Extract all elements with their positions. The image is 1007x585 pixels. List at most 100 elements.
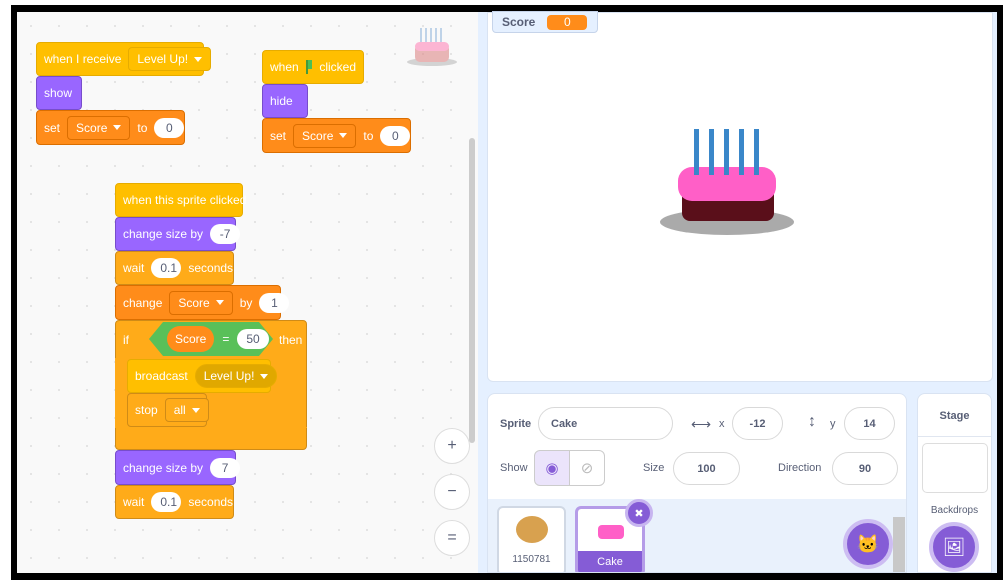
if-arm: [115, 358, 127, 428]
change-variable-block[interactable]: change Score by 1: [115, 285, 290, 320]
variable-dropdown[interactable]: Score: [169, 290, 233, 315]
block-text: if: [123, 333, 129, 347]
caret-icon: [339, 133, 348, 138]
y-input[interactable]: 14: [844, 407, 895, 440]
monitor-value: 0: [547, 14, 588, 30]
dropdown-value: Score: [76, 120, 108, 135]
set-variable-block[interactable]: set Score to 0: [36, 110, 185, 145]
backdrops-label: Backdrops: [930, 505, 979, 516]
caret-icon: [260, 373, 269, 379]
block-text: broadcast: [135, 369, 188, 383]
block-text: then: [279, 333, 303, 347]
sprite-name-input[interactable]: Cake: [538, 407, 673, 440]
block-text: when this sprite clicked: [123, 193, 247, 207]
value-input[interactable]: 7: [210, 457, 241, 478]
vertical-arrows-icon: ↕: [808, 413, 816, 430]
sprite-list-scrollbar[interactable]: [893, 517, 905, 572]
stage[interactable]: Score 0: [487, 11, 993, 382]
trash-icon: ✖: [634, 507, 644, 520]
block-text: when: [270, 60, 299, 74]
green-flag-icon: [305, 60, 313, 74]
direction-label: Direction: [778, 462, 822, 474]
block-text: by: [239, 295, 253, 310]
change-size-block[interactable]: change size by 7: [115, 450, 241, 485]
image-plus-icon: 🖼: [942, 536, 966, 557]
value-input[interactable]: 1: [259, 292, 290, 313]
sprite-label: Sprite: [500, 418, 532, 430]
if-inner-bottom: [127, 427, 307, 428]
variable-dropdown[interactable]: Score: [293, 123, 357, 148]
size-input[interactable]: 100: [673, 452, 740, 485]
message-dropdown[interactable]: Level Up!: [128, 47, 212, 71]
x-label: x: [719, 418, 725, 430]
broadcast-block[interactable]: broadcast Level Up!: [127, 359, 278, 393]
zoom-reset-button[interactable]: =: [434, 520, 470, 556]
sprite-list: 1150781 Cake ✖ 🐱: [488, 499, 906, 572]
wait-block[interactable]: wait 0.1 seconds: [115, 251, 234, 285]
backdrop-thumbnail[interactable]: [922, 443, 988, 493]
sprite-thumbnail-watermark: [407, 26, 457, 68]
sprite-tile-name: Cake: [597, 556, 623, 568]
eye-slash-icon: ⊘: [580, 460, 594, 477]
cake-sprite[interactable]: [660, 129, 794, 239]
set-variable-block[interactable]: set Score to 0: [262, 118, 411, 153]
x-input[interactable]: -12: [732, 407, 783, 440]
caret-icon: [215, 300, 224, 305]
choose-backdrop-button[interactable]: 🖼: [929, 522, 979, 572]
sprite-tile-name: 1150781: [512, 554, 551, 565]
y-label: y: [830, 418, 836, 430]
variable-dropdown[interactable]: Score: [67, 115, 131, 140]
show-block[interactable]: show: [36, 76, 82, 110]
change-size-block[interactable]: change size by -7: [115, 217, 241, 251]
choose-sprite-button[interactable]: 🐱: [843, 519, 893, 569]
zoom-out-icon: −: [447, 483, 457, 500]
delete-sprite-button[interactable]: ✖: [625, 499, 653, 527]
zoom-in-button[interactable]: +: [434, 428, 470, 464]
zoom-out-button[interactable]: −: [434, 474, 470, 510]
when-i-receive-hat-block[interactable]: when I receive Level Up!: [36, 31, 212, 76]
horizontal-arrows-icon: ⟷: [691, 416, 712, 432]
show-visible-button[interactable]: ◉: [534, 450, 570, 486]
value-input[interactable]: 50: [237, 329, 269, 349]
hide-block[interactable]: hide: [262, 84, 308, 118]
block-text: seconds: [188, 495, 234, 509]
vertical-scrollbar[interactable]: [469, 138, 475, 443]
cookie-thumbnail: [516, 516, 548, 543]
show-hidden-button[interactable]: ⊘: [569, 450, 605, 486]
caret-icon: [191, 407, 200, 413]
block-text: show: [44, 86, 73, 100]
block-text: seconds: [188, 261, 234, 275]
block-text: clicked: [319, 60, 356, 74]
value-input[interactable]: -7: [210, 224, 241, 244]
sprite-tile[interactable]: 1150781: [497, 506, 566, 572]
stop-dropdown[interactable]: all: [164, 398, 209, 422]
block-text: hide: [270, 94, 293, 108]
block-text: wait: [123, 495, 145, 509]
dropdown-value: Score: [302, 128, 334, 143]
block-text: change: [123, 295, 163, 310]
wait-block[interactable]: wait 0.1 seconds: [115, 485, 234, 519]
size-label: Size: [643, 462, 665, 474]
direction-input[interactable]: 90: [832, 452, 898, 485]
block-text: change size by: [123, 460, 204, 475]
stage-panel[interactable]: Stage Backdrops 🖼: [917, 393, 992, 573]
code-area[interactable]: when I receive Level Up! show set Score …: [17, 12, 478, 573]
caret-icon: [113, 125, 122, 130]
equals-operator-block[interactable]: Score = 50: [149, 322, 273, 356]
dropdown-value: Score: [178, 295, 210, 310]
equals-sign: =: [222, 332, 230, 346]
divider: [918, 436, 991, 437]
dropdown-value: all: [173, 403, 186, 417]
when-flag-clicked-hat-block[interactable]: when clicked: [262, 39, 364, 84]
value-input[interactable]: 0: [154, 117, 185, 138]
stop-block[interactable]: stop all: [127, 393, 209, 427]
zoom-reset-icon: =: [447, 529, 457, 546]
value-input[interactable]: 0.1: [151, 258, 182, 278]
when-sprite-clicked-hat-block[interactable]: when this sprite clicked: [115, 172, 247, 217]
block-text: set: [44, 120, 61, 135]
value-input[interactable]: 0: [380, 125, 411, 146]
message-dropdown[interactable]: Level Up!: [194, 364, 278, 388]
value-input[interactable]: 0.1: [151, 492, 182, 512]
score-reporter[interactable]: Score: [167, 326, 215, 352]
block-text: set: [270, 128, 287, 143]
